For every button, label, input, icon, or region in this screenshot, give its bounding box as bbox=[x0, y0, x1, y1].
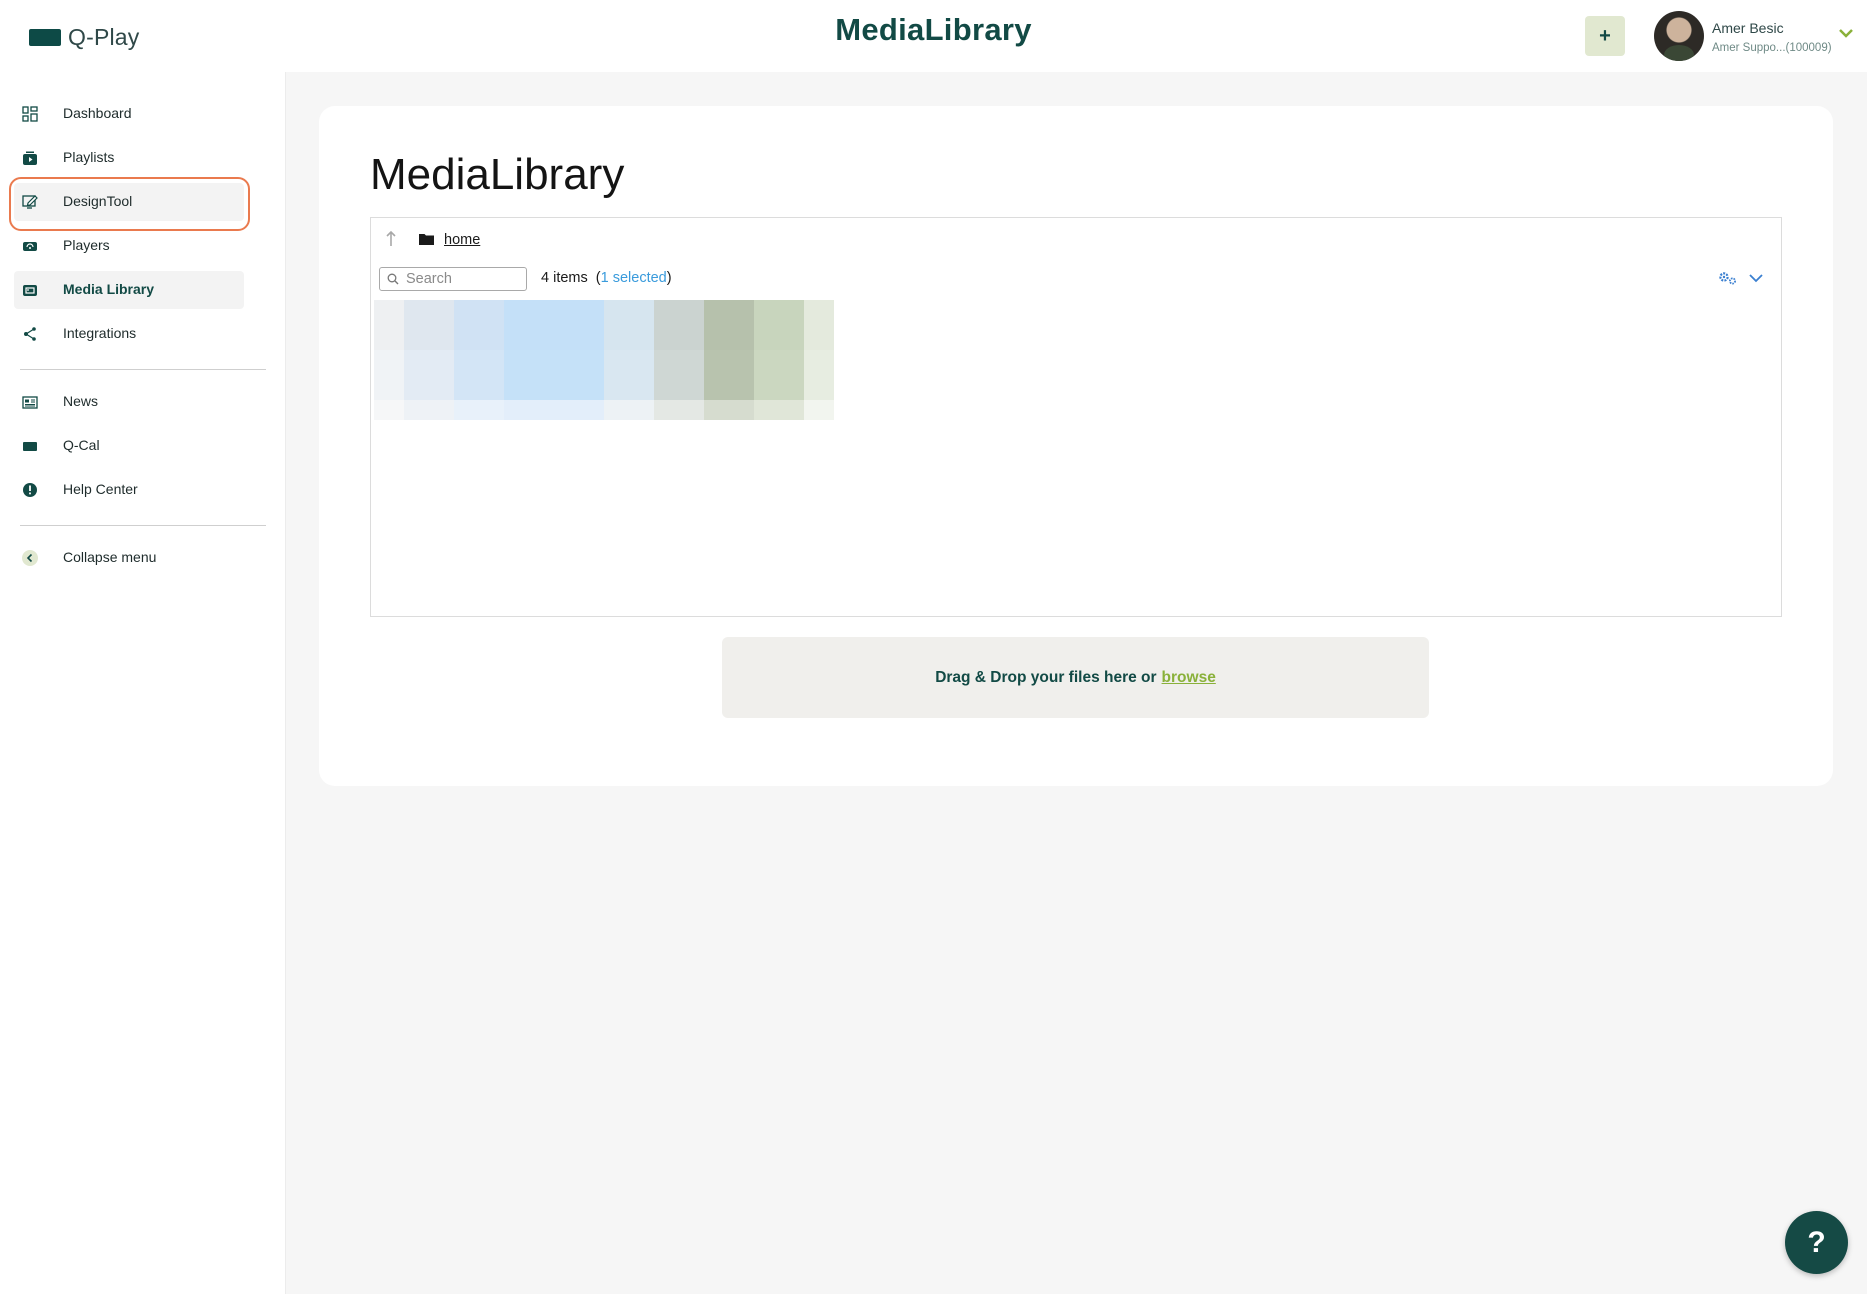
search-icon bbox=[387, 273, 399, 285]
item-count-text: 4 items bbox=[541, 270, 588, 286]
share-icon bbox=[24, 327, 36, 341]
collapse-menu-label: Collapse menu bbox=[63, 549, 157, 565]
sidebar-item-designtool[interactable]: DesignTool bbox=[14, 183, 244, 221]
sidebar-item-integrations[interactable]: Integrations bbox=[14, 315, 244, 353]
add-button[interactable]: + bbox=[1585, 16, 1625, 56]
sidebar-item-label: News bbox=[63, 393, 99, 409]
selected-count[interactable]: 1 selected bbox=[601, 270, 667, 286]
sidebar-item-label: Playlists bbox=[63, 149, 115, 165]
media-thumbnail-selected[interactable] bbox=[374, 300, 834, 420]
sidebar-item-players[interactable]: Players bbox=[14, 227, 244, 265]
calendar-icon bbox=[23, 442, 37, 451]
sidebar-item-label: Help Center bbox=[63, 481, 138, 497]
top-bar: Q-Play MediaLibrary + Amer Besic Amer Su… bbox=[0, 0, 1867, 72]
sidebar-item-qcal[interactable]: Q-Cal bbox=[14, 427, 244, 465]
chevron-left-icon bbox=[22, 550, 38, 566]
upload-dropzone[interactable]: Drag & Drop your files here or browse bbox=[722, 637, 1429, 718]
sidebar-divider bbox=[20, 369, 266, 370]
sidebar-item-dashboard[interactable]: Dashboard bbox=[14, 95, 244, 133]
breadcrumb-home[interactable]: home bbox=[444, 232, 480, 248]
folder-icon bbox=[419, 234, 434, 245]
user-subtitle: Amer Suppo...(100009) bbox=[1712, 42, 1832, 54]
item-count: 4 items (1 selected) bbox=[541, 270, 672, 286]
avatar[interactable] bbox=[1654, 11, 1704, 61]
playlist-icon bbox=[23, 151, 37, 165]
collapse-menu-button[interactable]: Collapse menu bbox=[14, 539, 244, 577]
browse-link[interactable]: browse bbox=[1162, 669, 1216, 687]
settings-gears-icon[interactable] bbox=[1718, 271, 1738, 285]
chevron-down-icon[interactable] bbox=[1749, 272, 1763, 284]
sidebar-item-news[interactable]: News bbox=[14, 383, 244, 421]
design-tool-icon bbox=[22, 195, 38, 209]
help-button[interactable]: ? bbox=[1785, 1211, 1848, 1274]
sidebar-item-label: Q-Cal bbox=[63, 437, 100, 453]
sidebar-item-label: Integrations bbox=[63, 325, 137, 341]
sidebar-item-help-center[interactable]: Help Center bbox=[14, 471, 244, 509]
sidebar-item-label: Players bbox=[63, 237, 110, 253]
search-field[interactable] bbox=[379, 267, 527, 291]
sidebar-item-playlists[interactable]: Playlists bbox=[14, 139, 244, 177]
dashboard-icon bbox=[22, 106, 38, 122]
help-icon bbox=[23, 483, 37, 497]
sidebar-item-label: Media Library bbox=[63, 281, 155, 297]
sidebar: Dashboard Playlists DesignTool Players M… bbox=[0, 72, 286, 1294]
sidebar-item-media-library[interactable]: Media Library bbox=[14, 271, 244, 309]
user-name[interactable]: Amer Besic bbox=[1712, 20, 1784, 36]
sidebar-item-label: Dashboard bbox=[63, 105, 132, 121]
search-input[interactable] bbox=[406, 270, 521, 288]
chevron-down-icon[interactable] bbox=[1838, 26, 1854, 40]
page-title: MediaLibrary bbox=[370, 150, 625, 199]
folder-up-icon[interactable] bbox=[385, 230, 397, 248]
sidebar-divider bbox=[20, 525, 266, 526]
sidebar-item-label: DesignTool bbox=[63, 193, 133, 209]
news-icon bbox=[22, 396, 38, 409]
player-icon bbox=[23, 242, 37, 251]
media-library-icon bbox=[23, 285, 37, 296]
dropzone-text: Drag & Drop your files here or bbox=[935, 668, 1157, 686]
file-manager: home 4 items (1 selected) bbox=[370, 217, 1782, 617]
